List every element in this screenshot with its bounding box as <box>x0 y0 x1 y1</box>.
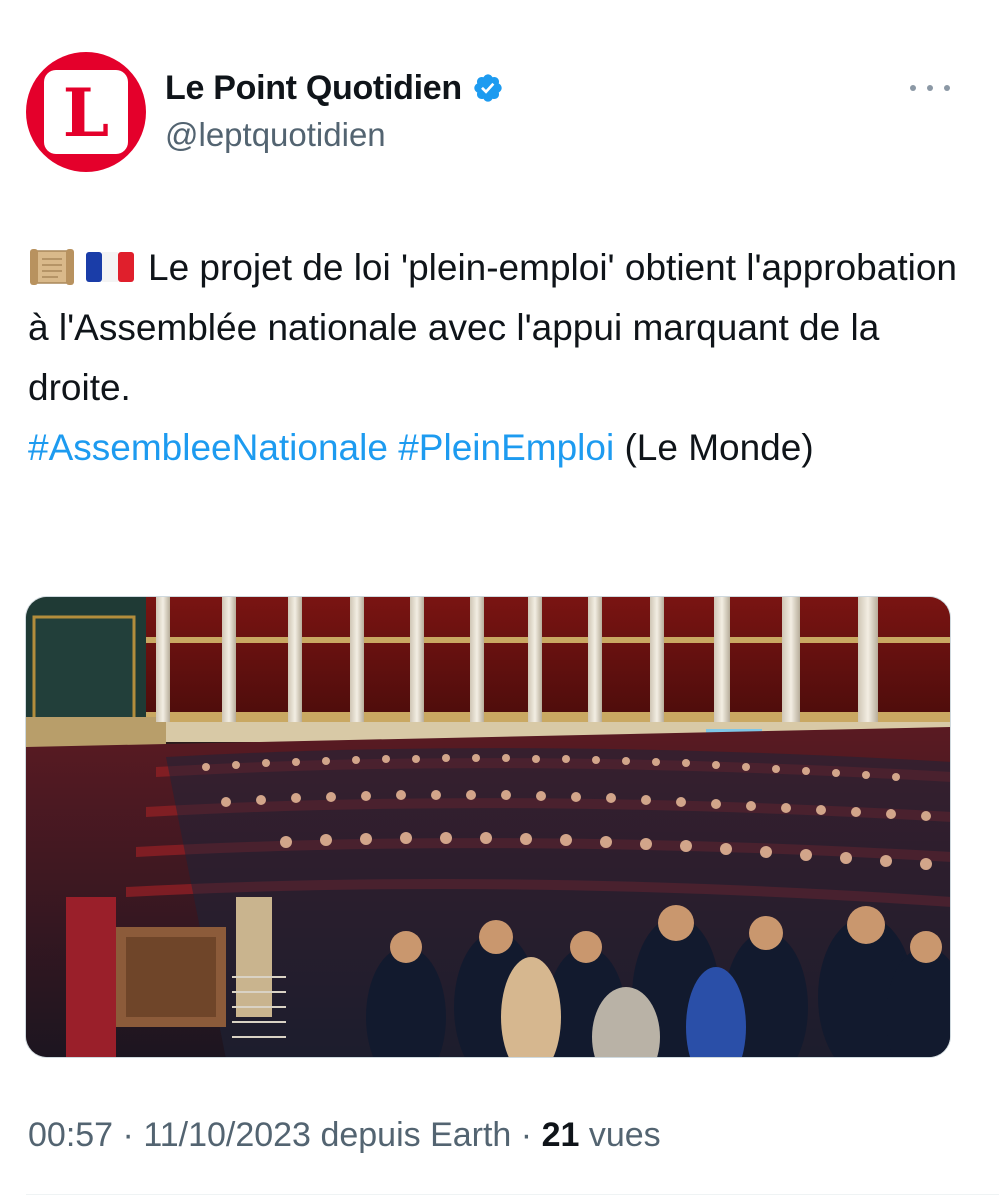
meta-separator: · <box>520 1116 533 1154</box>
hashtag-assemblee-nationale[interactable]: #AssembleeNationale <box>28 427 388 468</box>
avatar-logo: L <box>44 70 128 154</box>
meta-separator: · <box>122 1116 134 1154</box>
scroll-icon <box>30 249 74 285</box>
author-name-row: Le Point Quotidien <box>165 64 504 112</box>
flag-france-icon <box>86 252 134 282</box>
tweet-date[interactable]: 11/10/2023 <box>143 1116 311 1154</box>
author-handle[interactable]: @leptquotidien <box>165 116 386 154</box>
divider <box>26 1194 999 1195</box>
avatar[interactable]: L <box>26 52 146 172</box>
verified-badge-icon <box>474 74 502 102</box>
tweet-meta: 00:57 · 11/10/2023 depuis Earth · 21 vue… <box>28 1116 661 1155</box>
hashtag-plein-emploi[interactable]: #PleinEmploi <box>398 427 614 468</box>
photo-national-assembly <box>26 597 950 1057</box>
tweet-time[interactable]: 00:57 <box>28 1116 113 1154</box>
avatar-letter: L <box>62 74 110 152</box>
tweet-text: Le projet de loi 'plein-emploi' obtient … <box>28 238 968 478</box>
views-count[interactable]: 21 <box>542 1116 580 1154</box>
views-label: vues <box>588 1116 661 1154</box>
tweet-source: depuis Earth <box>320 1116 512 1154</box>
tweet-photo[interactable] <box>25 596 951 1058</box>
more-options-icon[interactable] <box>910 74 950 102</box>
tweet-body: Le projet de loi 'plein-emploi' obtient … <box>28 247 957 408</box>
display-name[interactable]: Le Point Quotidien <box>165 69 462 108</box>
source-credit: (Le Monde) <box>624 427 814 468</box>
